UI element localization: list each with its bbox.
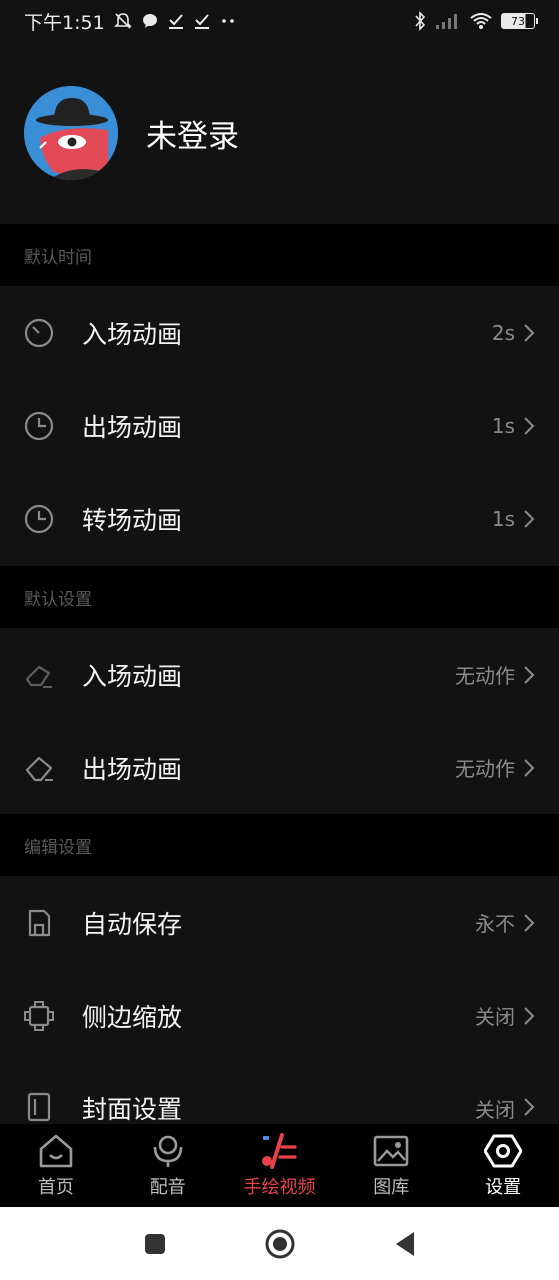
- tab-gallery[interactable]: 图库: [335, 1124, 447, 1207]
- row-value: 无动作: [455, 664, 515, 688]
- tab-label: 首页: [37, 1177, 74, 1198]
- recent-apps-icon[interactable]: [142, 1231, 168, 1257]
- chevron-right-icon: [523, 912, 537, 934]
- clock-icon: [22, 409, 56, 443]
- chevron-right-icon: [523, 1096, 537, 1118]
- row-label: 封面设置: [82, 1095, 183, 1124]
- profile-name[interactable]: 未登录: [146, 111, 239, 156]
- draw-video-icon: [259, 1132, 299, 1170]
- bottom-tab-bar: 首页 配音 手绘视频 图库 设置: [0, 1124, 559, 1207]
- tab-label: 手绘视频: [243, 1177, 316, 1198]
- row-label: 出场动画: [82, 412, 183, 442]
- signal-icon: [436, 14, 457, 29]
- more-dots-icon: [221, 19, 234, 23]
- row-label: 自动保存: [82, 909, 183, 939]
- chevron-right-icon: [523, 664, 537, 686]
- chevron-right-icon: [523, 322, 537, 344]
- chevron-right-icon: [523, 508, 537, 530]
- section-header-edit-settings: 编辑设置: [0, 814, 559, 876]
- avatar[interactable]: [24, 86, 118, 180]
- tab-label: 设置: [485, 1177, 522, 1198]
- home-button-icon[interactable]: [264, 1228, 296, 1260]
- row-auto-save[interactable]: 自动保存 永不: [0, 876, 559, 969]
- mute-bell-icon: [113, 13, 132, 29]
- row-value: 2s: [491, 320, 515, 345]
- chevron-right-icon: [523, 415, 537, 437]
- row-label: 入场动画: [82, 319, 183, 349]
- clock-icon: [22, 502, 56, 536]
- tab-label: 图库: [373, 1177, 410, 1198]
- system-navigation-bar: [0, 1207, 559, 1280]
- chevron-right-icon: [523, 757, 537, 779]
- microphone-icon: [148, 1132, 188, 1170]
- eraser-icon: [22, 751, 56, 785]
- home-icon: [36, 1132, 76, 1170]
- check-icon: [168, 14, 183, 29]
- row-time-enter-animation[interactable]: 入场动画 2s: [0, 286, 559, 379]
- row-settings-exit-animation[interactable]: 出场动画 无动作: [0, 721, 559, 814]
- section-header-default-settings: 默认设置: [0, 566, 559, 628]
- row-side-scale[interactable]: 侧边缩放 关闭: [0, 969, 559, 1062]
- battery-icon: 73: [501, 13, 538, 29]
- row-value: 永不: [475, 912, 515, 936]
- row-value: 1s: [491, 413, 515, 438]
- row-value: 无动作: [455, 757, 515, 781]
- status-bar: 下午1:51 73: [0, 0, 559, 42]
- cover-icon: [22, 1090, 56, 1124]
- tab-hand-drawn-video[interactable]: 手绘视频: [224, 1124, 336, 1207]
- wifi-icon: [470, 13, 492, 29]
- check-icon: [194, 14, 209, 29]
- battery-level: 73: [511, 14, 525, 28]
- chevron-right-icon: [523, 1005, 537, 1027]
- status-time: 下午1:51: [24, 11, 105, 34]
- row-label: 出场动画: [82, 754, 183, 784]
- tab-home[interactable]: 首页: [0, 1124, 112, 1207]
- save-icon: [22, 906, 56, 940]
- row-value: 关闭: [475, 1098, 515, 1122]
- row-cover-settings[interactable]: 封面设置 关闭: [0, 1062, 559, 1124]
- row-time-transition-animation[interactable]: 转场动画 1s: [0, 472, 559, 565]
- avatar-illustration: [24, 86, 118, 180]
- settings-icon: [483, 1132, 523, 1170]
- clock-icon: [22, 316, 56, 350]
- eraser-icon: [22, 658, 56, 692]
- section-header-default-time: 默认时间: [0, 224, 559, 286]
- scale-icon: [22, 999, 56, 1033]
- bluetooth-icon: [415, 11, 426, 31]
- row-time-exit-animation[interactable]: 出场动画 1s: [0, 379, 559, 472]
- row-label: 入场动画: [82, 661, 183, 691]
- chat-bubble-icon: [142, 14, 157, 28]
- row-label: 转场动画: [82, 505, 183, 535]
- row-settings-enter-animation[interactable]: 入场动画 无动作: [0, 628, 559, 721]
- row-value: 关闭: [475, 1005, 515, 1029]
- profile-header[interactable]: 未登录: [0, 42, 559, 224]
- row-label: 侧边缩放: [82, 1002, 183, 1032]
- tab-dubbing[interactable]: 配音: [112, 1124, 224, 1207]
- gallery-icon: [371, 1132, 411, 1170]
- row-value: 1s: [491, 506, 515, 531]
- tab-label: 配音: [149, 1177, 186, 1198]
- tab-settings[interactable]: 设置: [447, 1124, 559, 1207]
- back-button-icon[interactable]: [392, 1230, 418, 1258]
